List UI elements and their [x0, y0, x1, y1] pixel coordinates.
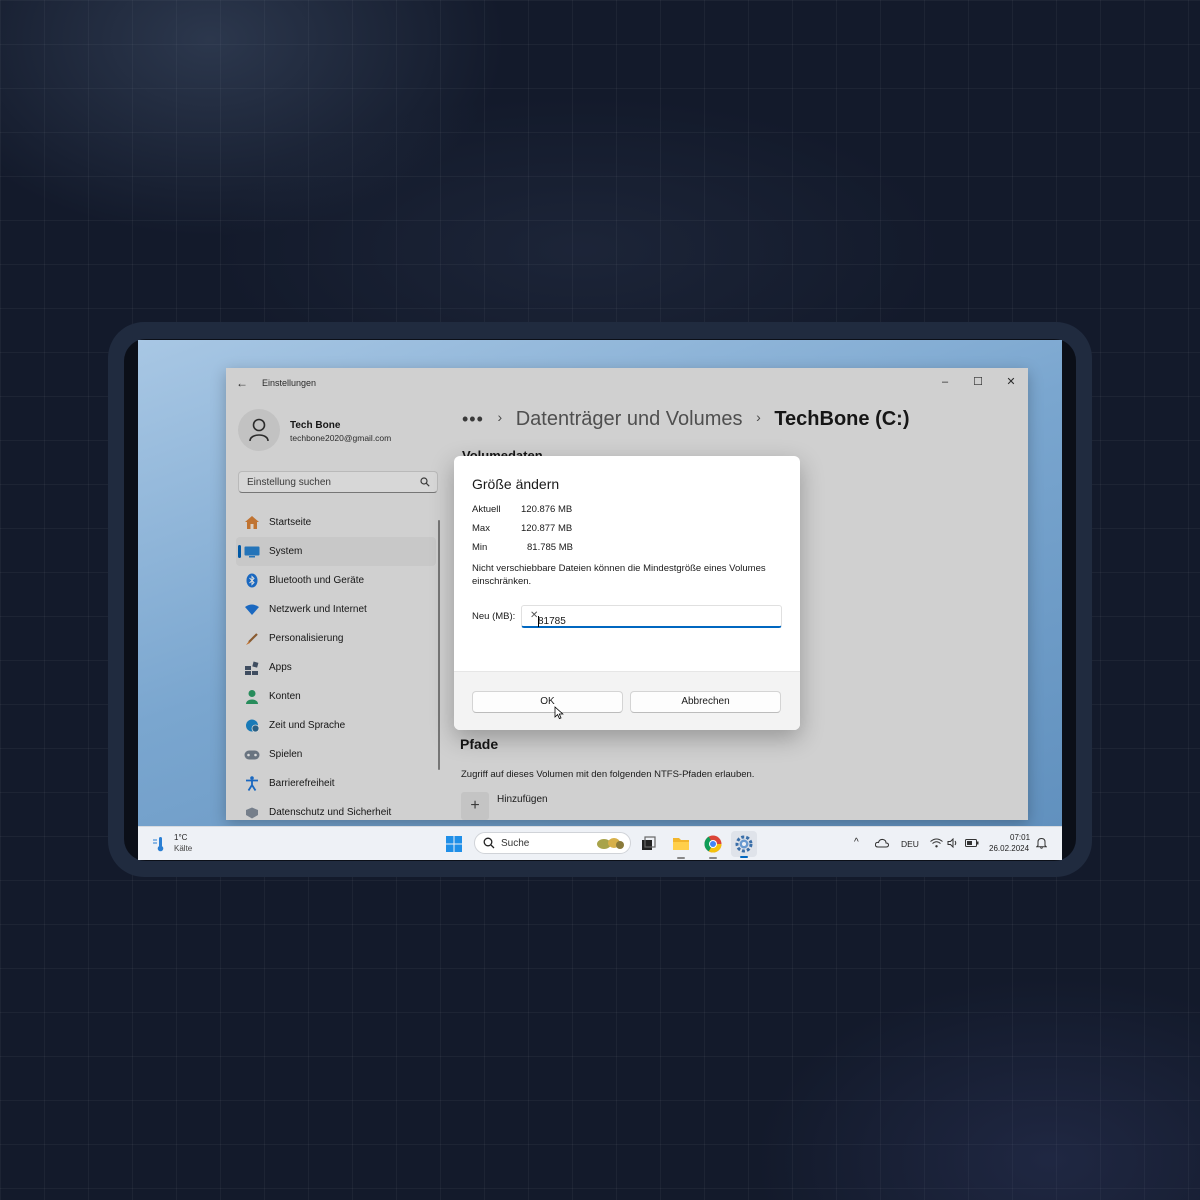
search-highlight-icon: [597, 838, 624, 849]
mouse-cursor-icon: [554, 706, 564, 720]
taskbar: 1°C Kälte Suche ^ DEU 07:01 26.02.2024: [138, 826, 1062, 860]
notification-bell-icon[interactable]: [1036, 837, 1047, 849]
weather-temperature[interactable]: 1°C: [174, 833, 187, 842]
language-indicator[interactable]: DEU: [901, 839, 919, 849]
new-size-label: Neu (MB):: [472, 611, 516, 622]
min-size-label: Min: [472, 542, 488, 553]
weather-label[interactable]: Kälte: [174, 844, 192, 853]
chrome-glyph: [704, 835, 722, 853]
task-view-glyph: [642, 836, 656, 850]
current-size-value: 120.876 MB: [521, 504, 573, 515]
clock-time[interactable]: 07:01: [1010, 833, 1030, 842]
start-icon[interactable]: [446, 836, 462, 852]
clock-date[interactable]: 26.02.2024: [989, 844, 1029, 853]
gear-icon: [735, 835, 753, 853]
running-indicator: [709, 857, 717, 859]
speaker-icon[interactable]: [947, 838, 959, 848]
desktop-screen: ← Einstellungen – ☐ ✕ Tech Bone techbone…: [138, 340, 1062, 860]
taskbar-search-label: Suche: [501, 838, 530, 849]
cancel-button[interactable]: Abbrechen: [630, 691, 781, 713]
max-size-value: 120.877 MB: [521, 523, 573, 534]
wifi-icon[interactable]: [930, 838, 943, 848]
onedrive-icon[interactable]: [875, 838, 889, 848]
clear-icon[interactable]: ✕: [530, 610, 775, 621]
new-size-input[interactable]: 81785 ✕: [521, 605, 782, 628]
running-indicator: [740, 856, 748, 858]
resize-dialog: Größe ändern Aktuell 120.876 MB Max 120.…: [454, 456, 800, 730]
running-indicator: [677, 857, 685, 859]
dialog-note: Nicht verschiebbare Dateien können die M…: [472, 563, 766, 587]
dialog-title: Größe ändern: [472, 476, 560, 492]
task-view-icon[interactable]: [638, 834, 658, 854]
battery-icon[interactable]: [965, 839, 979, 847]
min-size-value: 81.785 MB: [527, 542, 573, 553]
current-size-label: Aktuell: [472, 504, 501, 515]
ok-button[interactable]: OK: [472, 691, 623, 713]
settings-icon[interactable]: [731, 831, 757, 858]
max-size-label: Max: [472, 523, 490, 534]
search-icon: [483, 837, 495, 849]
tray-overflow-chevron[interactable]: ^: [854, 837, 859, 848]
thermometer-icon[interactable]: [152, 836, 166, 852]
taskbar-search[interactable]: Suche: [474, 832, 631, 854]
folder-glyph: [673, 838, 689, 850]
dialog-footer: OK Abbrechen: [454, 671, 800, 730]
chrome-icon[interactable]: [703, 834, 723, 859]
file-explorer-icon[interactable]: [671, 834, 691, 859]
